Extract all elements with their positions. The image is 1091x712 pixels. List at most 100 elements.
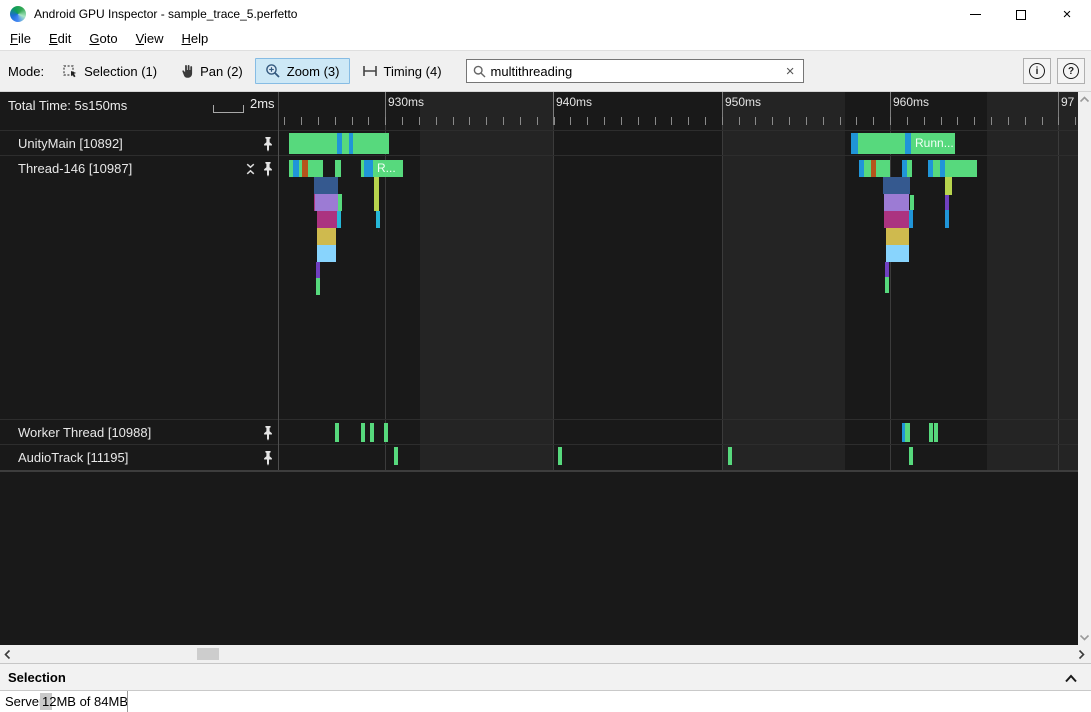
trace-slice[interactable] bbox=[317, 245, 336, 262]
app-icon bbox=[10, 6, 26, 22]
trace-slice[interactable] bbox=[337, 211, 341, 228]
trace-slice[interactable] bbox=[317, 211, 337, 228]
trace-slice[interactable] bbox=[338, 194, 342, 211]
trace-slice[interactable] bbox=[728, 447, 732, 465]
track-label: Thread-146 [10987] bbox=[18, 156, 132, 181]
mode-button-pan[interactable]: Pan (2) bbox=[169, 58, 253, 84]
trace-slice[interactable] bbox=[353, 133, 389, 154]
scrollbar-thumb[interactable] bbox=[197, 648, 219, 660]
timeline-vertical-scrollbar[interactable] bbox=[1078, 92, 1091, 645]
trace-slice[interactable]: Runn... bbox=[911, 133, 955, 154]
trace-slice[interactable] bbox=[884, 194, 909, 211]
trace-slice[interactable] bbox=[394, 447, 398, 465]
trace-slice[interactable] bbox=[315, 194, 338, 211]
ruler-tick bbox=[1058, 117, 1059, 125]
search-box[interactable]: multithreading × bbox=[466, 59, 804, 83]
selection-panel-header[interactable]: Selection bbox=[0, 663, 1091, 691]
pin-icon[interactable] bbox=[262, 425, 274, 446]
trace-slice[interactable] bbox=[308, 160, 323, 177]
trace-slice[interactable] bbox=[289, 133, 337, 154]
ruler-tick bbox=[520, 117, 521, 125]
ruler-tick bbox=[486, 117, 487, 125]
menu-bar: FileEditGotoViewHelp bbox=[0, 28, 1091, 50]
trace-slice[interactable] bbox=[929, 423, 933, 442]
maximize-button[interactable] bbox=[998, 1, 1044, 28]
trace-slice[interactable] bbox=[364, 160, 373, 177]
timing-icon bbox=[362, 64, 378, 78]
trace-slice[interactable] bbox=[876, 160, 890, 177]
trace-slice[interactable] bbox=[884, 211, 909, 228]
trace-slice[interactable] bbox=[858, 133, 905, 154]
trace-slice[interactable] bbox=[376, 211, 380, 228]
trace-slice[interactable] bbox=[342, 133, 349, 154]
trace-slice[interactable] bbox=[905, 423, 910, 442]
status-separator bbox=[127, 691, 128, 712]
trace-slice[interactable] bbox=[885, 277, 889, 293]
trace-slice[interactable] bbox=[316, 278, 320, 295]
trace-slice[interactable] bbox=[886, 228, 909, 245]
track-row-worker[interactable]: Worker Thread [10988] bbox=[0, 420, 278, 445]
ruler-tick bbox=[436, 117, 437, 125]
trace-slice[interactable] bbox=[945, 210, 949, 228]
menu-item-file[interactable]: File bbox=[1, 28, 40, 50]
trace-slice[interactable] bbox=[864, 160, 871, 177]
trace-slice[interactable] bbox=[934, 423, 938, 442]
trace-slice[interactable] bbox=[910, 195, 914, 210]
trace-slice[interactable] bbox=[945, 160, 977, 177]
trace-slice[interactable] bbox=[314, 177, 338, 194]
trace-slice[interactable] bbox=[907, 160, 912, 177]
close-icon: × bbox=[1063, 10, 1072, 20]
scroll-down-icon[interactable] bbox=[1079, 634, 1090, 641]
pin-icon[interactable] bbox=[262, 136, 274, 157]
horizontal-scrollbar[interactable] bbox=[0, 645, 1091, 663]
collapse-icon[interactable] bbox=[244, 162, 257, 181]
trace-slice[interactable] bbox=[886, 245, 909, 262]
trace-slice[interactable] bbox=[933, 160, 940, 177]
trace-slice[interactable] bbox=[335, 423, 339, 442]
trace-slice[interactable] bbox=[558, 447, 562, 465]
trace-slice[interactable] bbox=[370, 423, 374, 442]
collapse-chevron-icon[interactable] bbox=[1064, 674, 1078, 683]
scroll-right-icon[interactable] bbox=[1078, 649, 1085, 660]
scroll-up-icon[interactable] bbox=[1079, 96, 1090, 103]
track-row-audiotrack[interactable]: AudioTrack [11195] bbox=[0, 445, 278, 470]
track-row-thread-146[interactable]: Thread-146 [10987] bbox=[0, 156, 278, 181]
trace-slice[interactable] bbox=[945, 177, 952, 195]
ruler-tick bbox=[621, 117, 622, 125]
timeline[interactable]: Total Time: 5s150ms 2ms 930ms940ms950ms9… bbox=[0, 92, 1091, 645]
trace-slice[interactable]: R... bbox=[373, 160, 403, 177]
mode-button-timing[interactable]: Timing (4) bbox=[352, 59, 452, 84]
trace-slice[interactable] bbox=[317, 228, 336, 245]
trace-slice[interactable] bbox=[851, 133, 858, 154]
trace-slice[interactable] bbox=[335, 160, 341, 177]
scroll-left-icon[interactable] bbox=[4, 649, 11, 660]
help-button[interactable]: ? bbox=[1057, 58, 1085, 84]
selection-icon bbox=[62, 63, 78, 79]
close-button[interactable]: × bbox=[1044, 1, 1090, 28]
trace-slice[interactable] bbox=[384, 423, 388, 442]
ruler-tick bbox=[335, 117, 336, 125]
mode-button-zoom[interactable]: Zoom (3) bbox=[255, 58, 350, 84]
trace-slice[interactable] bbox=[885, 262, 889, 277]
ruler-tick bbox=[991, 117, 992, 125]
menu-item-help[interactable]: Help bbox=[173, 28, 218, 50]
menu-item-goto[interactable]: Goto bbox=[80, 28, 126, 50]
ruler-tick bbox=[705, 117, 706, 125]
mode-button-selection[interactable]: Selection (1) bbox=[52, 58, 167, 84]
trace-slice[interactable] bbox=[945, 195, 949, 210]
clear-search-icon[interactable]: × bbox=[784, 63, 797, 80]
trace-slice[interactable] bbox=[909, 447, 913, 465]
track-row-unitymain[interactable]: UnityMain [10892] bbox=[0, 131, 278, 156]
trace-slice[interactable] bbox=[883, 177, 910, 194]
minimize-button[interactable] bbox=[952, 1, 998, 28]
info-button[interactable]: i bbox=[1023, 58, 1051, 84]
pin-icon[interactable] bbox=[262, 161, 274, 182]
menu-item-edit[interactable]: Edit bbox=[40, 28, 80, 50]
search-input[interactable]: multithreading bbox=[491, 64, 779, 79]
trace-slice[interactable] bbox=[909, 210, 913, 228]
trace-slice[interactable] bbox=[316, 262, 320, 278]
trace-slice[interactable] bbox=[374, 177, 379, 211]
menu-item-view[interactable]: View bbox=[127, 28, 173, 50]
pin-icon[interactable] bbox=[262, 450, 274, 471]
trace-slice[interactable] bbox=[361, 423, 365, 442]
